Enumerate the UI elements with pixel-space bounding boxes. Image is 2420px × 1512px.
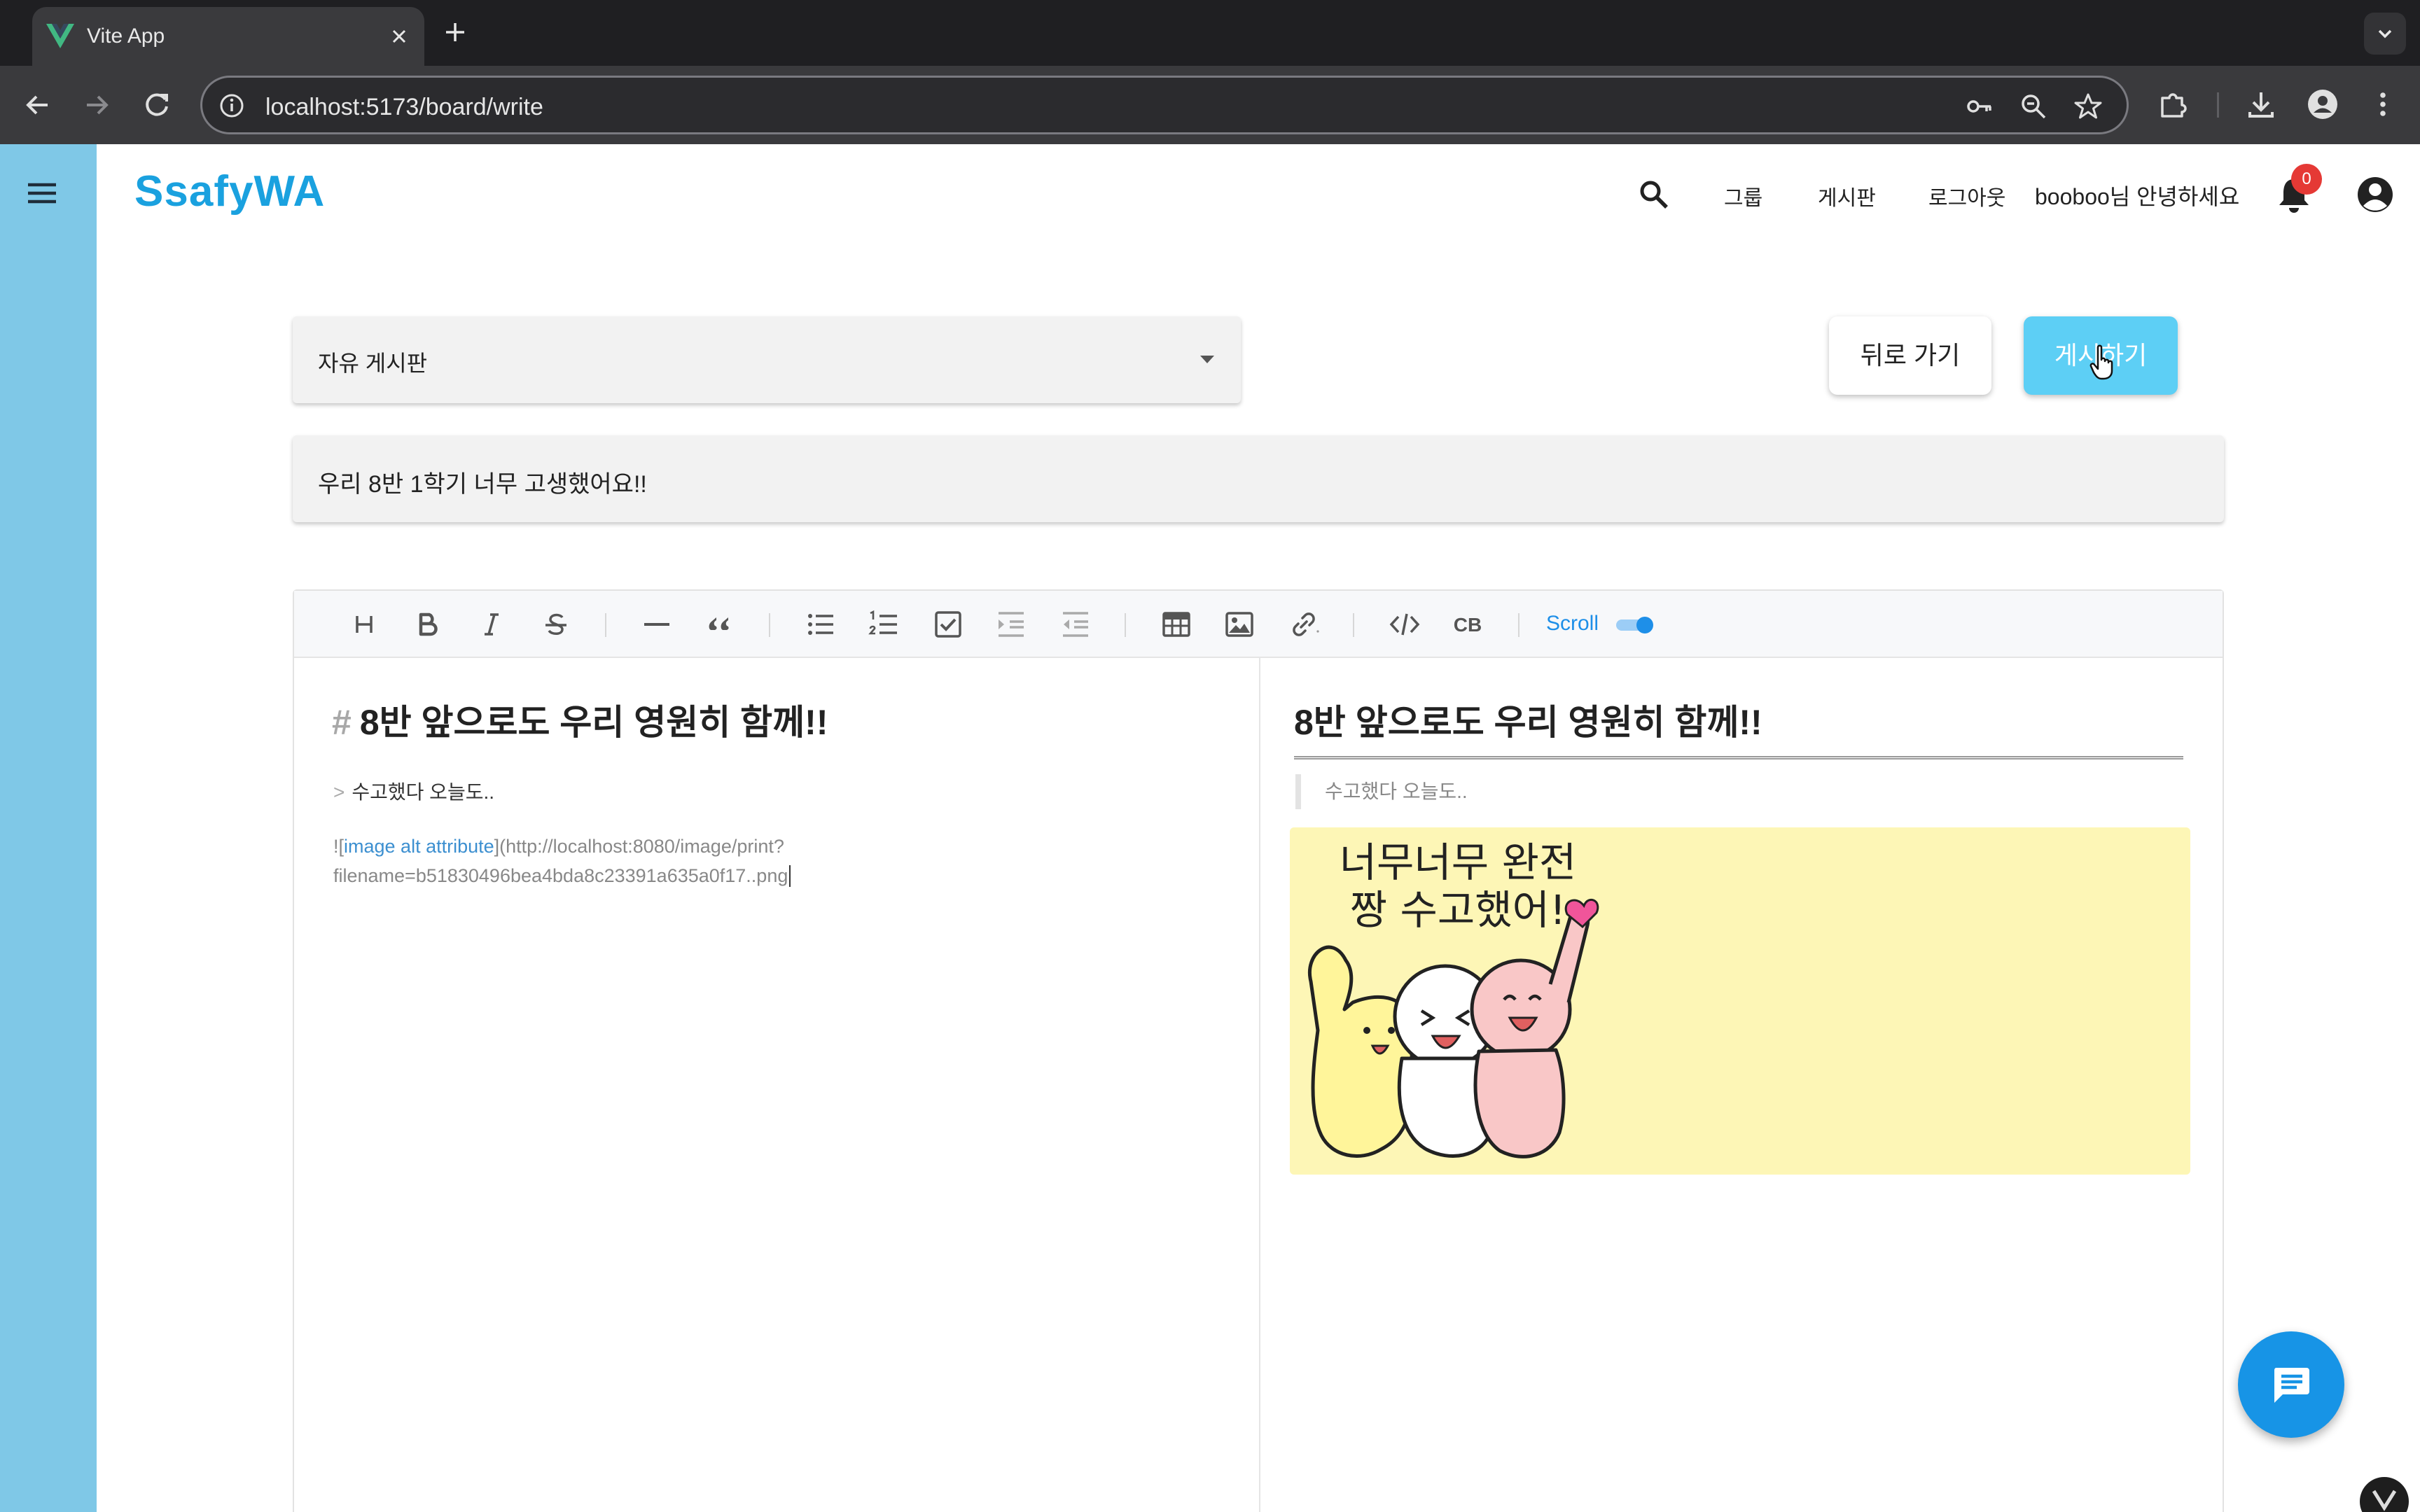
nav-group-link[interactable]: 그룹 [1724,181,1762,211]
toolbar-separator [769,613,770,637]
preview-heading: 8반 앞으로도 우리 영원히 함께!! [1294,694,2183,760]
more-menu-icon[interactable] [2365,87,2400,122]
source-image-url-continuation: filename=b51830496bea4bda8c23391a635a0f1… [333,865,791,887]
chevron-down-icon [2378,29,2392,38]
cheering-characters-illustration: 너무너무 완전 짱 수고했어! [1308,839,1599,1158]
account-circle-icon[interactable] [2356,175,2395,214]
browser-tab[interactable]: Vite App [32,7,424,66]
notification-badge: 0 [2291,164,2322,195]
toolbar-separator [1518,613,1520,637]
source-image-line: ![image alt attribute](http://localhost:… [333,836,784,858]
source-heading-text: 8반 앞으로도 우리 영원히 함께!! [359,703,828,742]
site-info-icon[interactable] [218,92,246,120]
search-icon[interactable] [1637,178,1671,211]
image-caption-line1: 너무너무 완전 [1340,839,1577,886]
tab-title: Vite App [87,24,165,48]
hamburger-menu-icon[interactable] [27,179,57,207]
source-quote-text: 수고했다 오늘도.. [352,781,495,803]
markdown-source-pane[interactable]: #8반 앞으로도 우리 영원히 함께!! > 수고했다 오늘도.. ![image… [294,658,1258,1512]
sidebar [0,144,97,1512]
toolbar-divider [2217,92,2219,118]
preview-image: 너무너무 완전 짱 수고했어! [1290,827,2190,1175]
back-button[interactable]: 뒤로 가기 [1829,316,1991,395]
toolbar-separator [1125,613,1126,637]
post-title-input[interactable]: 우리 8반 1학기 너무 고생했어요!! [293,435,2224,522]
nav-board-link[interactable]: 게시판 [1818,181,1876,211]
extensions-icon[interactable] [2155,87,2190,122]
profile-icon[interactable] [2305,87,2340,122]
new-tab-icon[interactable] [443,20,468,45]
inline-code-icon[interactable] [1388,608,1421,641]
heading-icon[interactable] [347,608,381,641]
download-icon[interactable] [2244,87,2279,122]
markdown-preview-pane: 8반 앞으로도 우리 영원히 함께!! 수고했다 오늘도.. 너무너무 완전 짱… [1260,658,2223,1512]
source-quote-line: > 수고했다 오늘도.. [333,777,494,805]
url-text: localhost:5173/board/write [265,94,543,120]
scroll-sync-label: Scroll [1546,612,1599,635]
app-header: SsafyWA 그룹 게시판 로그아웃 booboo님 안녕하세요 0 [97,144,2420,242]
board-category-select[interactable]: 자유 게시판 [293,316,1241,403]
post-title-value: 우리 8반 1학기 너무 고생했어요!! [318,471,647,498]
markdown-editor: CB Scroll #8반 앞으로도 우리 영원히 함께!! > 수고했다 오늘도… [293,589,2224,1512]
blockquote-icon[interactable] [703,608,737,641]
heading-marker: # [332,703,352,742]
image-alt-text: image alt attribute [344,836,494,857]
close-tab-icon[interactable] [388,25,410,48]
image-url-start: ](http://localhost:8080/image/print? [494,836,784,857]
toolbar-separator [1353,613,1354,637]
board-select-value: 자유 게시판 [318,351,428,376]
table-icon[interactable] [1160,608,1193,641]
strikethrough-icon[interactable] [539,608,573,641]
code-block-label: CB [1454,614,1482,636]
indent-icon[interactable] [994,608,1028,641]
outdent-icon[interactable] [1059,608,1092,641]
preview-blockquote: 수고했다 오늘도.. [1295,774,1468,809]
user-greeting: booboo님 안녕하세요 [2035,184,2240,209]
code-block-icon[interactable]: CB [1451,608,1484,641]
horizontal-rule-icon[interactable] [640,608,674,641]
brand-logo[interactable]: SsafyWA [134,167,325,216]
chat-fab-button[interactable] [2238,1331,2344,1438]
tab-search-button[interactable] [2364,13,2406,55]
quote-marker: > [333,781,345,803]
link-icon[interactable] [1287,608,1321,641]
vue-logo-icon [46,24,74,48]
task-list-icon[interactable] [931,608,965,641]
bookmark-star-icon[interactable] [2073,92,2103,121]
scroll-sync-toggle[interactable] [1615,616,1655,634]
bullet-list-icon[interactable] [804,608,837,641]
image-icon[interactable] [1223,608,1256,641]
vue-devtools-button[interactable] [2360,1477,2409,1512]
reload-icon[interactable] [139,87,175,123]
forward-arrow-icon[interactable] [78,87,115,123]
toolbar-separator [605,613,606,637]
zoom-icon[interactable] [2019,92,2048,121]
pointer-hand-cursor-icon [2089,344,2113,380]
app-root: SsafyWA 그룹 게시판 로그아웃 booboo님 안녕하세요 0 자유 게… [0,144,2420,1512]
editor-toolbar: CB Scroll [294,591,2223,658]
italic-icon[interactable] [475,608,508,641]
browser-toolbar: localhost:5173/board/write [0,66,2420,144]
address-bar[interactable]: localhost:5173/board/write [200,76,2129,134]
nav-logout-link[interactable]: 로그아웃 [1928,181,2005,211]
bold-icon[interactable] [410,608,444,641]
numbered-list-icon[interactable] [867,608,900,641]
back-arrow-icon[interactable] [20,87,56,123]
chat-bubble-icon [2274,1368,2309,1403]
vue-logo-icon [2372,1490,2397,1511]
password-key-icon[interactable] [1964,92,1994,121]
dropdown-arrow-icon [1200,356,1214,363]
browser-tab-strip: Vite App [0,0,2420,66]
source-heading-line: #8반 앞으로도 우리 영원히 함께!! [332,694,828,745]
image-syntax-prefix: ![ [333,836,345,857]
image-caption-line2: 짱 수고했어! [1350,886,1566,934]
